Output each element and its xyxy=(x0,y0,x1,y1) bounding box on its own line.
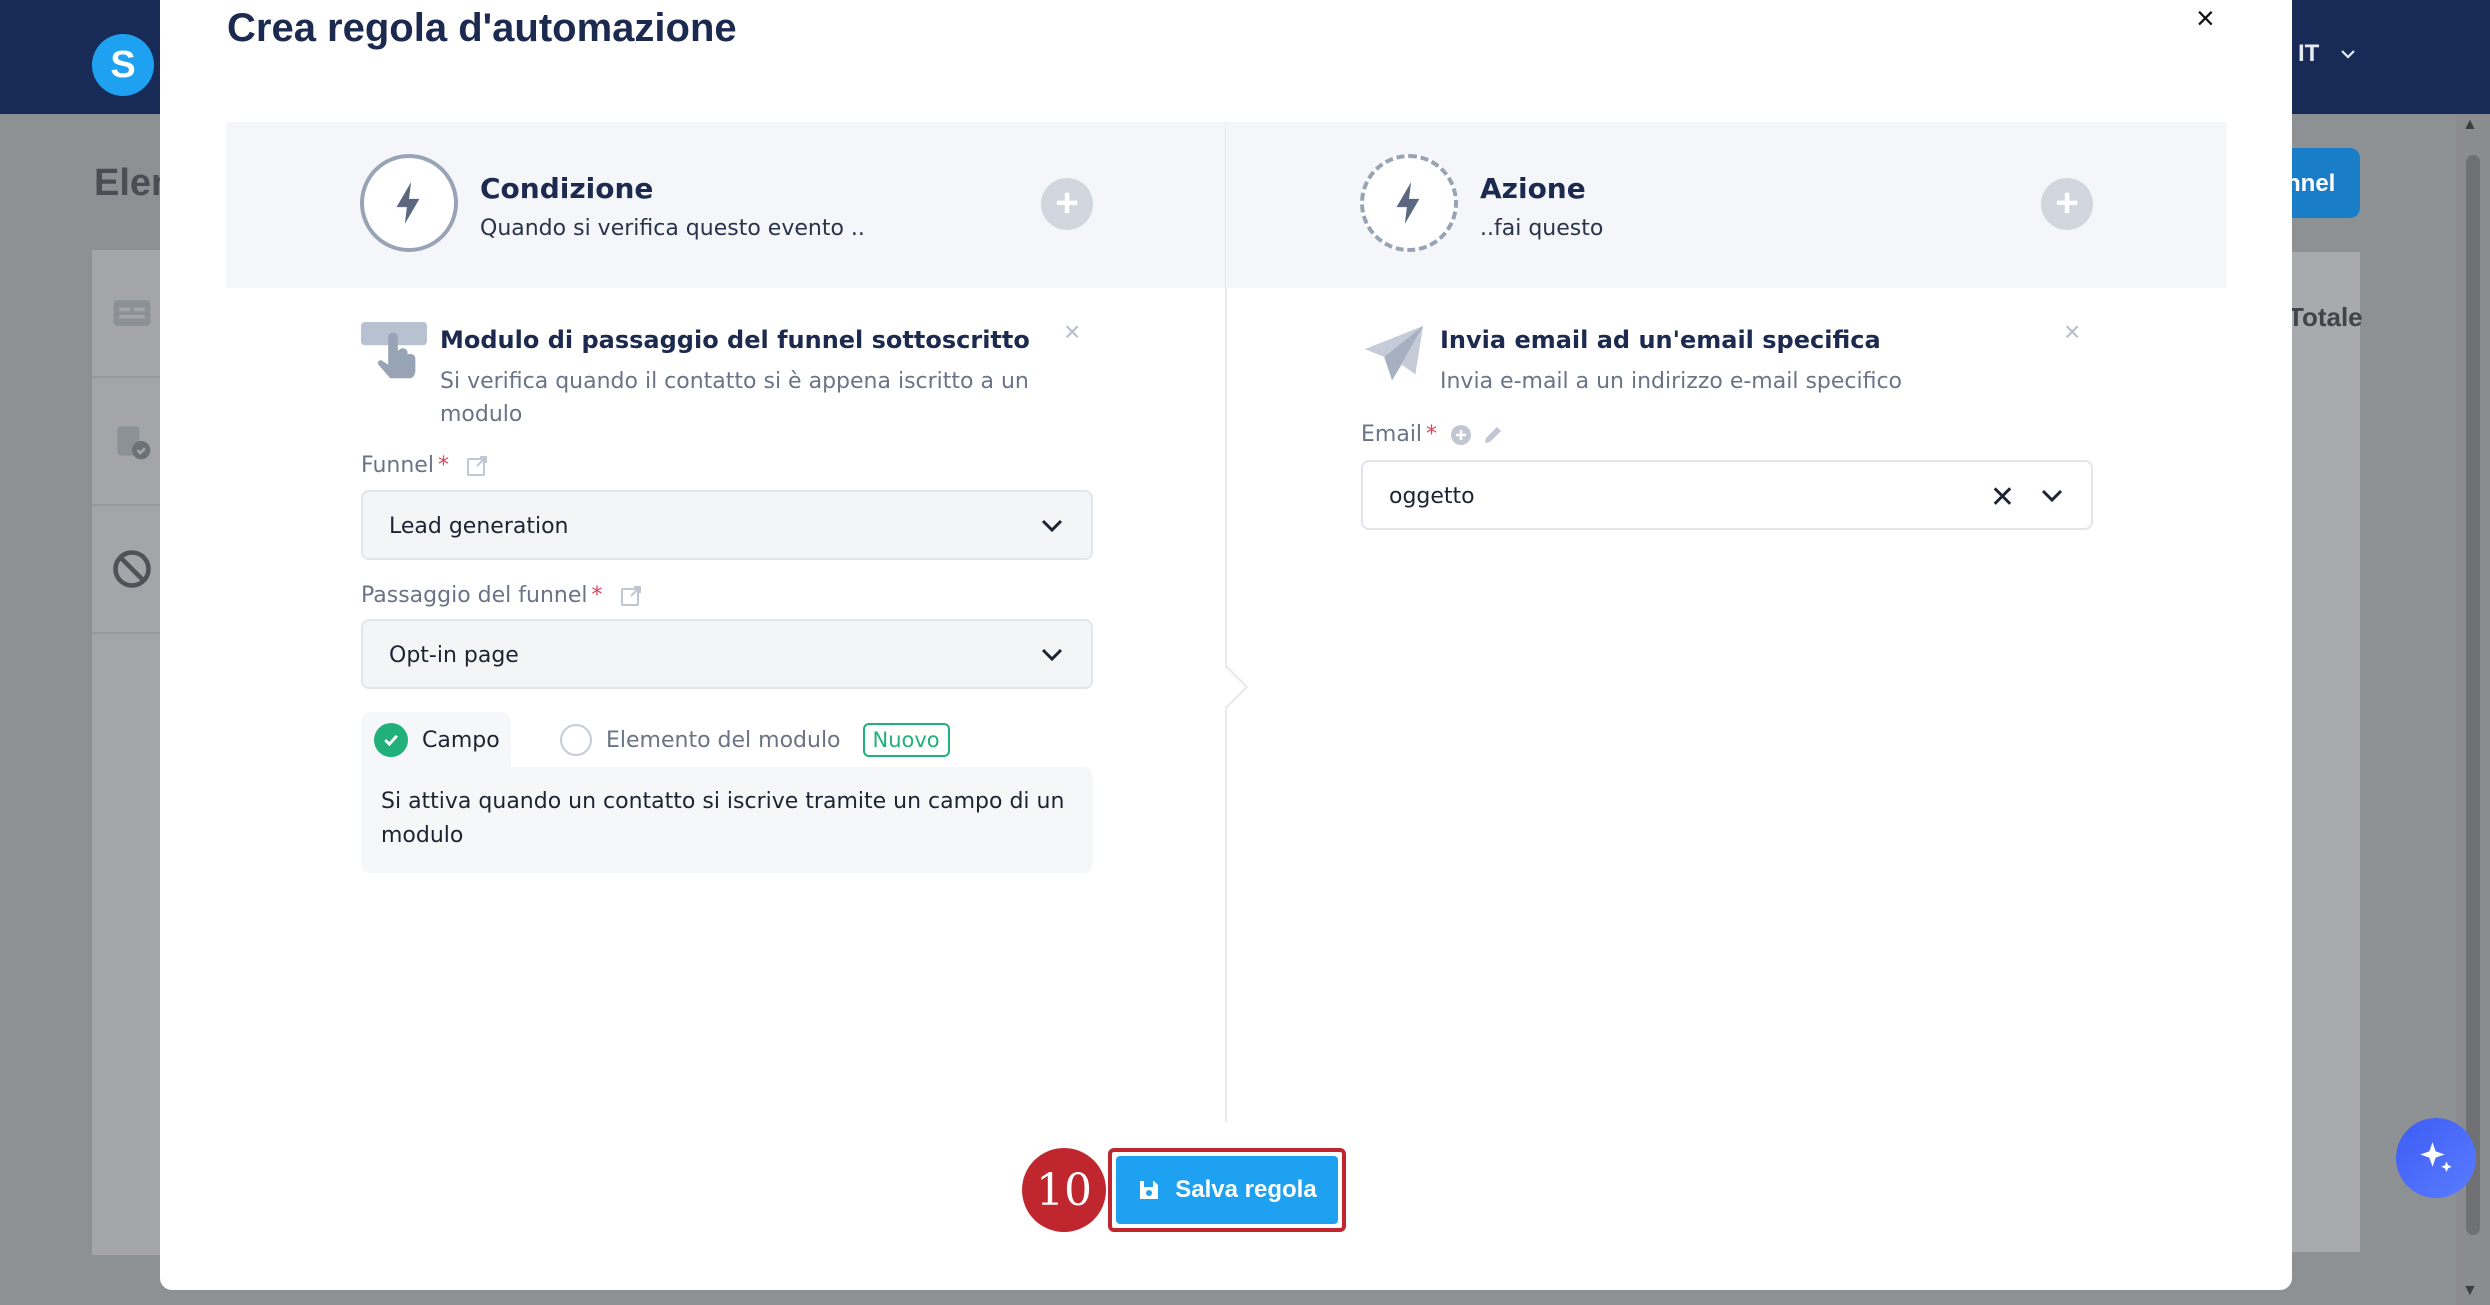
lightning-icon xyxy=(1396,182,1420,224)
ban-icon xyxy=(112,550,151,588)
chevron-down-icon[interactable] xyxy=(2039,484,2065,508)
radio-circle-icon xyxy=(560,724,592,756)
rule-columns: Condizione Quando si verifica questo eve… xyxy=(226,122,2226,1122)
scrollbar-thumb[interactable] xyxy=(2466,155,2480,1235)
external-link-icon[interactable] xyxy=(465,454,489,478)
new-badge: Nuovo xyxy=(862,723,950,757)
condition-title: Condizione xyxy=(480,172,654,205)
tab-description: Si attiva quando un contatto si iscrive … xyxy=(361,767,1093,873)
email-label-text: Email xyxy=(1361,422,1423,447)
funnel-select-value: Lead generation xyxy=(389,514,569,539)
close-icon[interactable]: × xyxy=(2196,0,2215,37)
condition-icon-ring xyxy=(360,154,458,252)
background-column-header: Totale xyxy=(2288,302,2363,332)
tab-campo-label: Campo xyxy=(422,727,500,753)
action-item-title: Invia email ad un'email specifica xyxy=(1440,326,1881,354)
action-icon-ring xyxy=(1360,154,1458,252)
lightning-icon xyxy=(396,182,420,224)
trigger-description: Si verifica quando il contatto si è appe… xyxy=(440,369,1029,427)
chevron-down-icon xyxy=(2341,50,2356,59)
scroll-down-arrow[interactable]: ▼ xyxy=(2462,1282,2478,1300)
modal-title: Crea regola d'automazione xyxy=(227,6,737,50)
required-marker: * xyxy=(591,583,603,608)
hand-pointer-icon xyxy=(361,322,427,379)
add-action-button[interactable]: + xyxy=(2041,178,2093,230)
chevron-down-icon xyxy=(1041,648,1063,662)
condition-header: Condizione Quando si verifica questo eve… xyxy=(226,122,1226,288)
funnel-step-select-value: Opt-in page xyxy=(389,643,519,668)
check-circle-icon xyxy=(374,723,408,757)
automation-rule-modal: Crea regola d'automazione × Condizione Q… xyxy=(160,0,2292,1290)
tab-elemento-modulo-label: Elemento del modulo xyxy=(606,727,841,753)
condition-subtitle: Quando si verifica questo evento .. xyxy=(480,216,865,241)
remove-action-icon[interactable]: × xyxy=(2064,316,2080,348)
add-circle-icon[interactable] xyxy=(1449,423,1473,447)
language-selector[interactable]: IT xyxy=(2298,40,2357,68)
save-rule-button[interactable]: Salva regola xyxy=(1116,1156,1338,1224)
language-label: IT xyxy=(2298,40,2320,67)
required-marker: * xyxy=(437,453,449,478)
action-item-description: Invia e-mail a un indirizzo e-mail speci… xyxy=(1440,369,1903,394)
chevron-down-icon xyxy=(1041,519,1063,533)
required-marker: * xyxy=(1426,422,1438,447)
external-link-icon[interactable] xyxy=(619,584,643,608)
action-subtitle: ..fai questo xyxy=(1480,216,1604,241)
action-title: Azione xyxy=(1480,172,1586,205)
email-select[interactable]: oggetto ✕ xyxy=(1361,460,2093,530)
remove-trigger-icon[interactable]: × xyxy=(1064,316,1080,348)
paper-plane-icon xyxy=(1364,325,1424,381)
funnel-step-label: Passaggio del funnel * xyxy=(361,583,643,608)
funnel-label-text: Funnel xyxy=(361,453,434,478)
funnel-step-label-text: Passaggio del funnel xyxy=(361,583,588,608)
scroll-up-arrow[interactable]: ▲ xyxy=(2462,116,2478,134)
email-label: Email * xyxy=(1361,422,1505,447)
step-number-badge: 10 xyxy=(1022,1148,1106,1232)
clipboard-check-icon xyxy=(116,426,150,460)
action-header: Azione ..fai questo + xyxy=(1226,122,2226,288)
clear-icon[interactable]: ✕ xyxy=(1990,480,2015,515)
email-select-value: oggetto xyxy=(1389,484,1475,509)
action-column: Azione ..fai questo + Invia email ad un'… xyxy=(1226,122,2226,1122)
sparkles-icon xyxy=(2420,1142,2452,1172)
trigger-title: Modulo di passaggio del funnel sottoscri… xyxy=(440,326,1030,354)
form-card-icon xyxy=(113,300,150,326)
tab-campo[interactable]: Campo xyxy=(374,723,500,757)
save-rule-label: Salva regola xyxy=(1175,1176,1317,1203)
pencil-icon[interactable] xyxy=(1481,423,1505,447)
condition-column: Condizione Quando si verifica questo eve… xyxy=(226,122,1226,1122)
add-condition-button[interactable]: + xyxy=(1041,178,1093,230)
tab-elemento-modulo[interactable]: Elemento del modulo Nuovo xyxy=(560,723,950,757)
background-table-panel xyxy=(2280,252,2360,1252)
app-logo[interactable]: S xyxy=(92,34,154,96)
funnel-label: Funnel * xyxy=(361,453,489,478)
ai-assistant-button[interactable] xyxy=(2396,1118,2476,1198)
funnel-step-select[interactable]: Opt-in page xyxy=(361,619,1093,689)
funnel-select[interactable]: Lead generation xyxy=(361,490,1093,560)
floppy-disk-icon xyxy=(1140,1181,1159,1199)
